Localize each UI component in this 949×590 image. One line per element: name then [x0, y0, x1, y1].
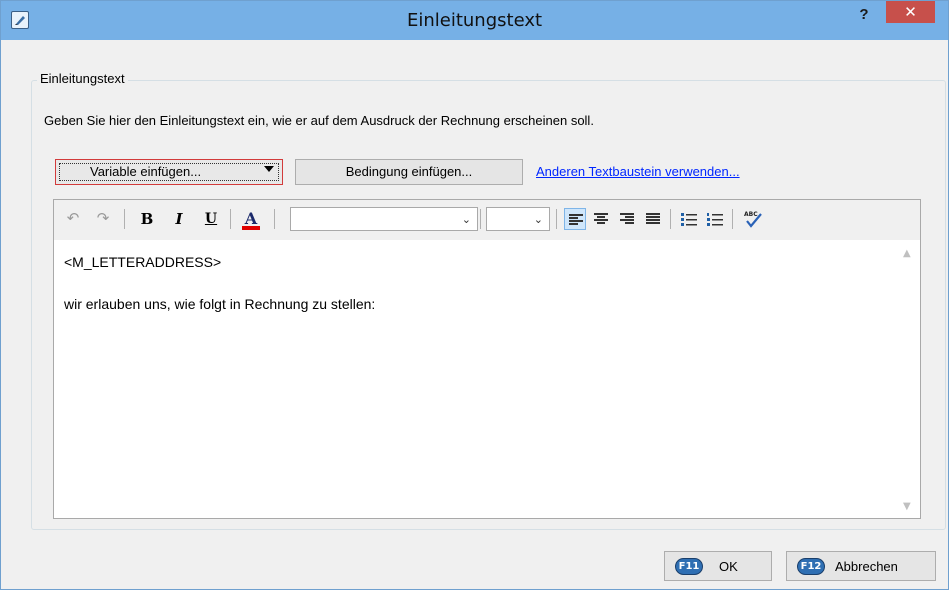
close-button[interactable]: ✕: [886, 1, 935, 23]
toolbar-separator: [732, 209, 733, 229]
chevron-down-icon: [264, 166, 274, 172]
cancel-label: Abbrechen: [835, 559, 898, 574]
scroll-up-icon[interactable]: ▲: [903, 248, 911, 259]
editor-toolbar: ↶ ↷ B I U A ⌄ ⌄ ABC: [54, 200, 920, 238]
bullet-list-icon[interactable]: [678, 208, 700, 230]
group-legend: Einleitungstext: [37, 71, 128, 86]
help-button[interactable]: ?: [849, 3, 879, 27]
chevron-down-icon: ⌄: [461, 213, 471, 226]
editor-text-area[interactable]: <M_LETTERADDRESS> wir erlauben uns, wie …: [54, 240, 920, 518]
editor-line: wir erlauben uns, wie folgt in Rechnung …: [64, 296, 376, 312]
numbered-list-icon[interactable]: [704, 208, 726, 230]
toolbar-separator: [480, 209, 481, 229]
spellcheck-icon[interactable]: ABC: [740, 208, 766, 230]
align-center-icon[interactable]: [590, 208, 612, 230]
align-left-icon[interactable]: [564, 208, 586, 230]
ok-label: OK: [719, 559, 738, 574]
align-justify-icon[interactable]: [642, 208, 664, 230]
use-other-textblock-link[interactable]: Anderen Textbaustein verwenden...: [536, 164, 740, 179]
toolbar-separator: [556, 209, 557, 229]
scroll-down-icon[interactable]: ▼: [903, 501, 911, 512]
insert-variable-label: Variable einfügen...: [90, 164, 202, 179]
italic-button[interactable]: I: [168, 208, 190, 230]
window-title: Einleitungstext: [406, 10, 543, 31]
align-right-icon[interactable]: [616, 208, 638, 230]
toolbar-separator: [274, 209, 275, 229]
rich-text-editor: ↶ ↷ B I U A ⌄ ⌄ ABC <M_LETTERADDRESS> wi…: [53, 199, 921, 519]
ok-button[interactable]: F11 OK: [664, 551, 772, 581]
redo-icon[interactable]: ↷: [92, 208, 114, 230]
dialog-window: Einleitungstext ? ✕ Einleitungstext Gebe…: [0, 0, 949, 590]
insert-variable-dropdown[interactable]: Variable einfügen...: [55, 159, 283, 185]
title-bar[interactable]: Einleitungstext ? ✕: [1, 1, 948, 40]
instruction-text: Geben Sie hier den Einleitungstext ein, …: [44, 113, 594, 128]
font-family-select[interactable]: ⌄: [290, 207, 478, 231]
chevron-down-icon: ⌄: [533, 213, 543, 226]
undo-icon[interactable]: ↶: [62, 208, 84, 230]
font-color-swatch: [242, 226, 260, 230]
f12-key-badge: F12: [797, 558, 825, 575]
bold-button[interactable]: B: [136, 208, 158, 230]
editor-line: <M_LETTERADDRESS>: [64, 254, 222, 270]
toolbar-separator: [230, 209, 231, 229]
vertical-scrollbar[interactable]: ▲ ▼: [898, 240, 920, 518]
f11-key-badge: F11: [675, 558, 703, 575]
font-size-select[interactable]: ⌄: [486, 207, 550, 231]
font-color-button[interactable]: A: [240, 208, 262, 230]
spellcheck-label: ABC: [744, 211, 758, 218]
cancel-button[interactable]: F12 Abbrechen: [786, 551, 936, 581]
toolbar-separator: [670, 209, 671, 229]
insert-condition-button[interactable]: Bedingung einfügen...: [295, 159, 523, 185]
underline-button[interactable]: U: [200, 208, 222, 230]
toolbar-separator: [124, 209, 125, 229]
